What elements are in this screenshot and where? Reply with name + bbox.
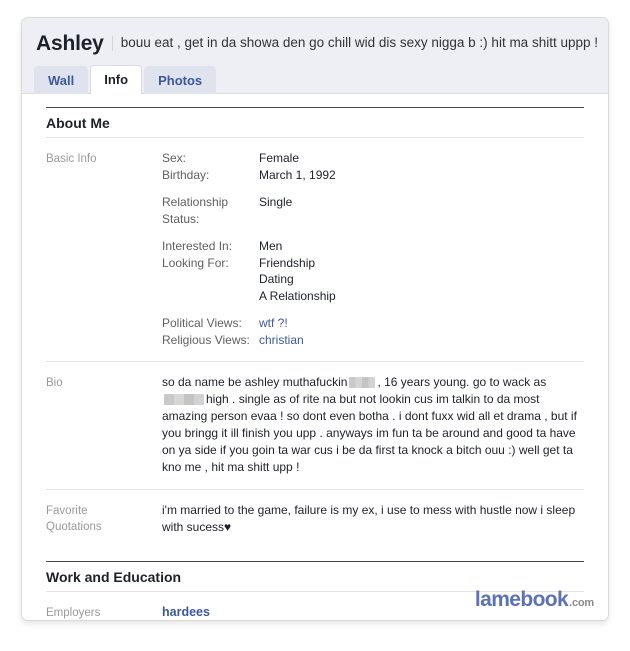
watermark-tld: .com bbox=[569, 597, 594, 609]
row-value-bio: so da name be ashley muthafuckin , 16 yea… bbox=[162, 374, 584, 476]
kv-group-views: Political Views: wtf ?! Religious Views:… bbox=[162, 315, 584, 348]
kv-key-birthday: Birthday: bbox=[162, 167, 210, 182]
kv-value-looking-for-extra-1: Dating bbox=[259, 272, 294, 286]
watermark-brand: lamebook bbox=[474, 588, 569, 611]
row-value-basic-info: Sex: Female Birthday: March 1, 1992 Rela… bbox=[162, 150, 584, 348]
row-favorite-quotations: Favorite Quotations i'm married to the g… bbox=[46, 490, 584, 548]
bio-text-part-1: so da name be ashley muthafuckin bbox=[162, 375, 348, 389]
row-label-favorite-quotations-line1: Favorite bbox=[46, 505, 88, 517]
kv-key-sex: Sex: bbox=[162, 151, 187, 165]
bio-text-part-2: , 16 years young. go to wack as bbox=[377, 375, 547, 389]
kv-relationship-status: Relationship Status: Single bbox=[162, 194, 584, 227]
section-title-about-me: About Me bbox=[46, 107, 584, 138]
row-label-favorite-quotations: Favorite Quotations bbox=[46, 502, 162, 535]
profile-name: Ashley bbox=[36, 31, 104, 55]
kv-value-looking-for: Friendship bbox=[259, 255, 316, 270]
tab-wall[interactable]: Wall bbox=[34, 66, 89, 94]
tab-photos[interactable]: Photos bbox=[144, 66, 217, 94]
tab-info[interactable]: Info bbox=[90, 65, 143, 94]
kv-sex: Sex: Female bbox=[162, 150, 584, 167]
lamebook-watermark: lamebook .com bbox=[475, 589, 594, 610]
profile-tabs: Wall Info Photos bbox=[34, 65, 218, 94]
status-text: bouu eat , get in da showa den go chill … bbox=[120, 35, 598, 51]
kv-value-interested-in: Men bbox=[259, 239, 283, 253]
row-label-basic-info: Basic Info bbox=[46, 153, 97, 165]
page-root: Ashley bouu eat , get in da showa den go… bbox=[0, 0, 630, 651]
row-bio: Bio so da name be ashley muthafuckin , 16… bbox=[46, 362, 584, 490]
row-label-employers: Employers bbox=[46, 607, 101, 619]
kv-group-looking-for: Interested In: Men Looking For: Friendsh… bbox=[162, 238, 584, 304]
kv-group-relationship: Relationship Status: Single bbox=[162, 194, 584, 227]
kv-value-looking-for-extra-2: A Relationship bbox=[259, 288, 336, 303]
kv-key-looking-for: Looking For: bbox=[162, 255, 229, 270]
kv-key-interested-in: Interested In: bbox=[162, 239, 233, 253]
kv-group-identity: Sex: Female Birthday: March 1, 1992 bbox=[162, 150, 584, 183]
profile-body: About Me Basic Info Sex: Female Birthday… bbox=[22, 107, 608, 620]
redaction-block-name bbox=[111, 35, 113, 51]
kv-key-religious-views: Religious Views: bbox=[162, 332, 250, 347]
kv-value-birthday: March 1, 1992 bbox=[259, 167, 336, 182]
profile-card: Ashley bouu eat , get in da showa den go… bbox=[21, 17, 609, 621]
kv-political-views: Political Views: wtf ?! bbox=[162, 315, 584, 332]
kv-birthday: Birthday: March 1, 1992 bbox=[162, 167, 584, 184]
redaction-block-bio-1 bbox=[349, 377, 376, 389]
row-basic-info: Basic Info Sex: Female Birthday: March 1… bbox=[46, 138, 584, 362]
kv-religious-views: Religious Views: christian bbox=[162, 332, 584, 349]
profile-header: Ashley bouu eat , get in da showa den go… bbox=[22, 18, 608, 94]
kv-value-political-views[interactable]: wtf ?! bbox=[259, 315, 288, 332]
redaction-block-bio-2 bbox=[164, 394, 204, 406]
kv-looking-for: Looking For: Friendship bbox=[162, 255, 584, 272]
kv-key-political-views: Political Views: bbox=[162, 316, 242, 330]
kv-value-sex: Female bbox=[259, 151, 300, 165]
row-label-bio: Bio bbox=[46, 377, 63, 389]
row-label-favorite-quotations-line2: Quotations bbox=[46, 521, 102, 533]
kv-value-relationship-status: Single bbox=[259, 195, 293, 209]
kv-interested-in: Interested In: Men bbox=[162, 238, 584, 255]
kv-key-relationship-status: Relationship Status: bbox=[162, 195, 229, 226]
heart-icon: ♥ bbox=[224, 519, 232, 534]
bio-text-part-3: high . single as of rite na but not look… bbox=[162, 392, 577, 474]
kv-value-religious-views[interactable]: christian bbox=[259, 332, 304, 349]
row-value-favorite-quotations: i'm married to the game, failure is my e… bbox=[162, 502, 584, 535]
status-line: Ashley bouu eat , get in da showa den go… bbox=[22, 30, 608, 56]
